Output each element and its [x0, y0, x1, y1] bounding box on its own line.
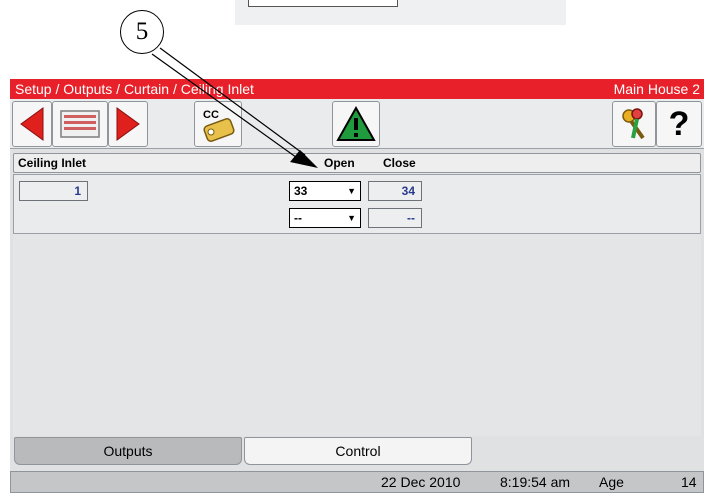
chevron-down-icon: ▼ — [347, 186, 356, 196]
access-keys-button[interactable] — [612, 101, 656, 147]
toolbar: CC ? — [10, 99, 704, 149]
keys-icon — [622, 108, 645, 140]
cc-icon: CC — [203, 109, 235, 142]
close-value-2: -- — [368, 208, 422, 228]
header-close: Close — [383, 156, 416, 170]
header-open: Open — [324, 156, 355, 170]
list-icon — [60, 110, 100, 138]
page-header-box — [248, 0, 398, 7]
cc-label: CC — [203, 109, 219, 121]
arrow-right-icon — [116, 107, 140, 141]
callout-number: 5 — [120, 10, 164, 54]
open-value-1: 33 — [294, 184, 308, 198]
tab-outputs[interactable]: Outputs — [14, 437, 242, 465]
status-time: 8:19:54 am — [500, 474, 571, 490]
table-header: Ceiling Inlet Open Close — [13, 153, 701, 173]
house-name: Main House 2 — [613, 81, 700, 97]
help-icon: ? — [668, 105, 690, 143]
warning-icon — [336, 105, 376, 141]
arrow-left-icon — [20, 107, 44, 141]
open-value-2: -- — [294, 211, 302, 225]
alarm-button[interactable] — [332, 101, 380, 147]
next-button[interactable] — [108, 101, 148, 147]
help-button[interactable]: ? — [656, 101, 702, 147]
open-select-2[interactable]: -- ▼ — [289, 208, 361, 228]
breadcrumb: Setup / Outputs / Curtain / Ceiling Inle… — [15, 81, 254, 97]
previous-button[interactable] — [12, 101, 52, 147]
header-ceiling-inlet: Ceiling Inlet — [18, 156, 87, 170]
close-value-1: 34 — [368, 181, 422, 201]
rows-panel: 1 33 ▼ 34 -- ▼ -- — [13, 174, 701, 234]
status-bar: 22 Dec 2010 8:19:54 am Age 14 — [10, 471, 704, 493]
inlet-id-1: 1 — [19, 181, 88, 201]
chevron-down-icon: ▼ — [347, 213, 356, 223]
tab-control[interactable]: Control — [244, 437, 472, 465]
status-age-value: 14 — [681, 474, 697, 490]
status-date: 22 Dec 2010 — [381, 474, 461, 490]
status-age-label: Age — [599, 474, 624, 490]
list-view-button[interactable] — [52, 101, 108, 147]
cc-button[interactable]: CC — [194, 101, 242, 147]
open-select-1[interactable]: 33 ▼ — [289, 181, 361, 201]
title-bar: Setup / Outputs / Curtain / Ceiling Inle… — [10, 79, 704, 99]
